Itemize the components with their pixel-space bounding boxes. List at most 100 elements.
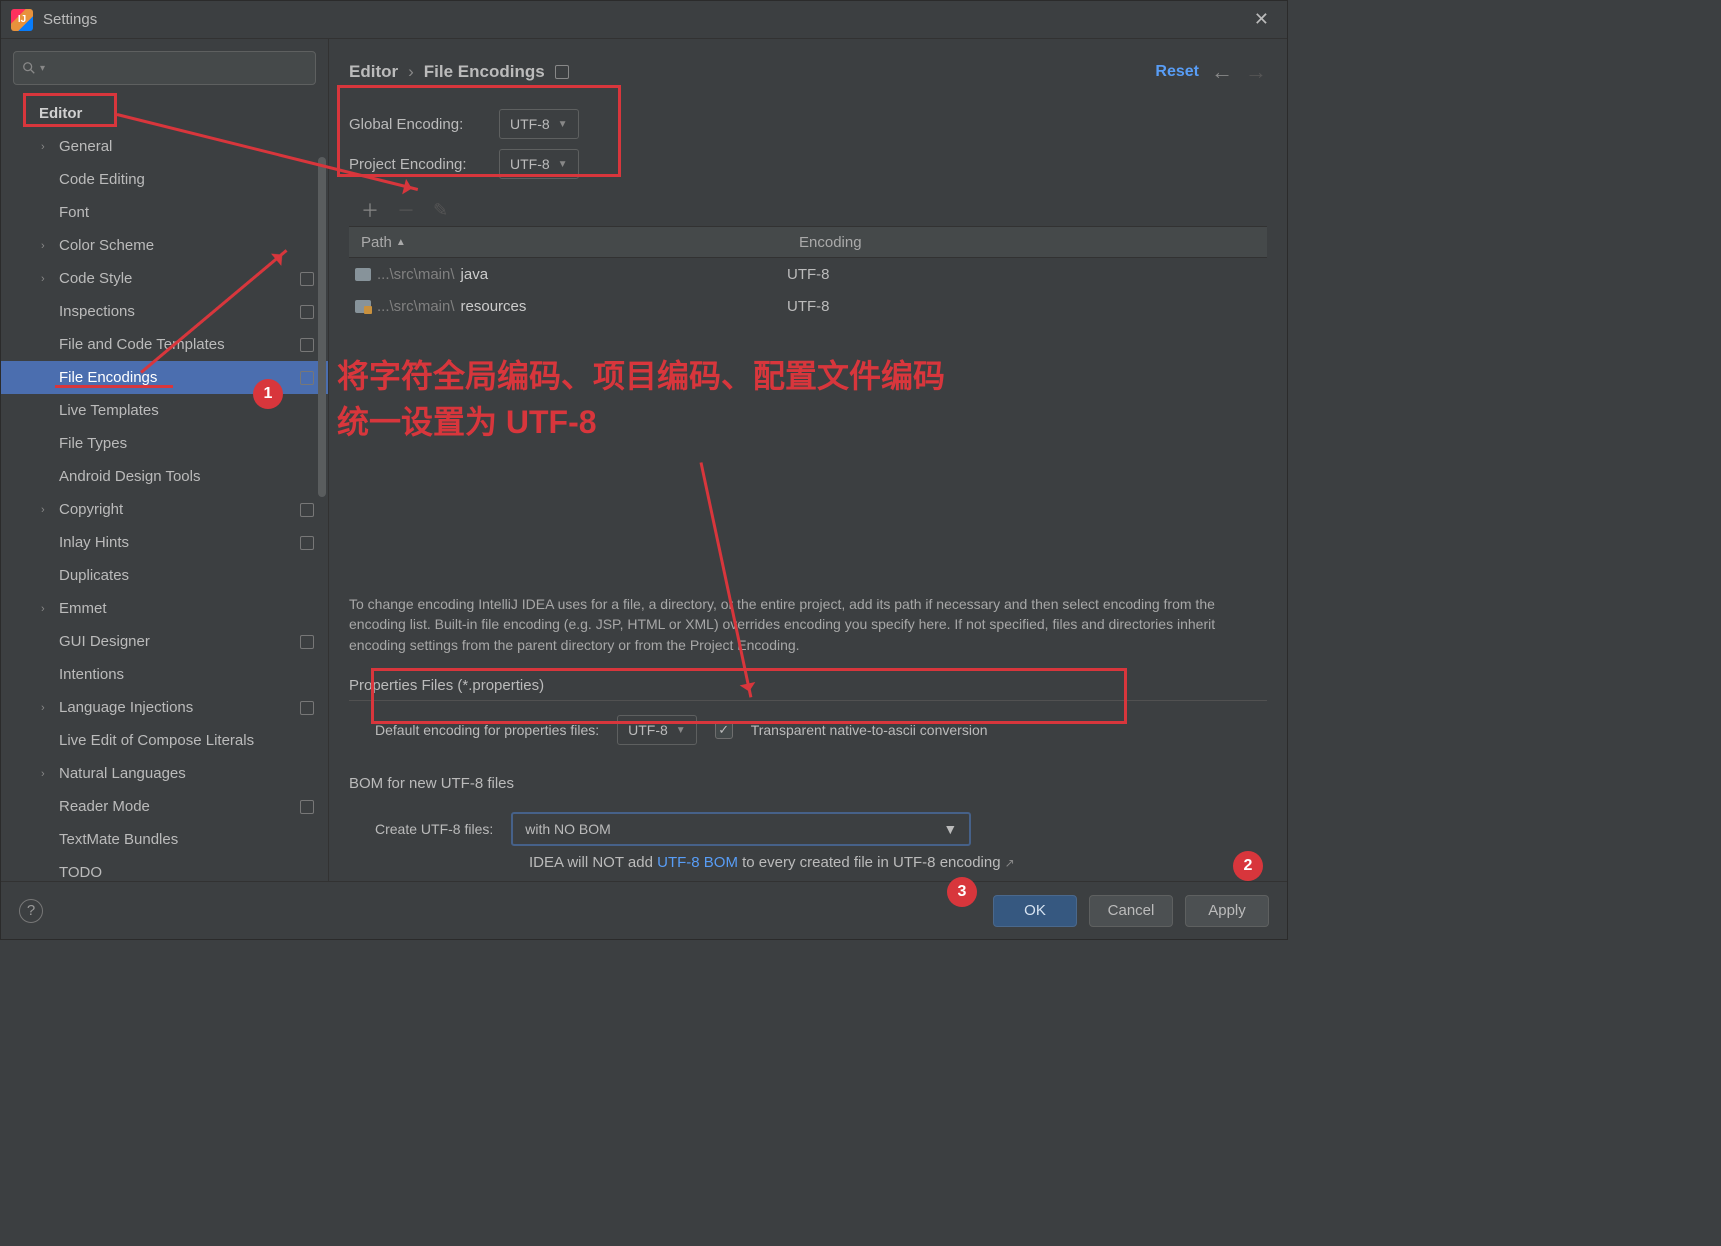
path-prefix: ...\src\main\ bbox=[377, 266, 455, 283]
sidebar-item-code-editing[interactable]: Code Editing bbox=[1, 163, 328, 196]
sidebar-item-gui-designer[interactable]: GUI Designer bbox=[1, 625, 328, 658]
sidebar-item-label: Android Design Tools bbox=[59, 468, 200, 485]
chevron-right-icon: › bbox=[41, 603, 45, 615]
breadcrumb: Editor › File Encodings bbox=[349, 62, 569, 82]
chevron-down-icon: ▼ bbox=[676, 725, 686, 736]
chevron-down-icon: ▼ bbox=[558, 119, 568, 130]
section-properties: Properties Files (*.properties) bbox=[349, 677, 1267, 701]
project-encoding-label: Project Encoding: bbox=[349, 156, 499, 173]
sidebar-item-reader-mode[interactable]: Reader Mode bbox=[1, 790, 328, 823]
sidebar-item-file-types[interactable]: File Types bbox=[1, 427, 328, 460]
scope-icon bbox=[300, 635, 314, 649]
table-row[interactable]: ...\src\main\ resources UTF-8 bbox=[349, 290, 1267, 322]
sidebar-item-live-edit-of-compose-literals[interactable]: Live Edit of Compose Literals bbox=[1, 724, 328, 757]
sidebar-item-label: Code Style bbox=[59, 270, 132, 287]
sidebar-item-inspections[interactable]: Inspections bbox=[1, 295, 328, 328]
scope-icon bbox=[300, 305, 314, 319]
sidebar-item-label: Intentions bbox=[59, 666, 124, 683]
sidebar-item-font[interactable]: Font bbox=[1, 196, 328, 229]
scope-icon bbox=[300, 701, 314, 715]
search-input[interactable]: ▾ bbox=[13, 51, 316, 85]
folder-icon bbox=[355, 300, 371, 313]
sidebar-item-intentions[interactable]: Intentions bbox=[1, 658, 328, 691]
remove-button: － bbox=[397, 197, 415, 223]
chevron-down-icon: ▼ bbox=[558, 159, 568, 170]
sidebar-item-label: Reader Mode bbox=[59, 798, 150, 815]
select-value: with NO BOM bbox=[525, 821, 611, 837]
close-icon[interactable]: ✕ bbox=[1246, 5, 1277, 34]
external-link-icon: ↗ bbox=[1005, 856, 1015, 870]
select-value: UTF-8 bbox=[510, 156, 550, 172]
sidebar-item-code-style[interactable]: ›Code Style bbox=[1, 262, 328, 295]
apply-button[interactable]: Apply bbox=[1185, 895, 1269, 927]
sidebar-item-label: File Types bbox=[59, 435, 127, 452]
sidebar-item-file-and-code-templates[interactable]: File and Code Templates bbox=[1, 328, 328, 361]
app-logo-icon: IJ bbox=[11, 9, 33, 31]
path-name: java bbox=[461, 266, 489, 283]
project-encoding-select[interactable]: UTF-8 ▼ bbox=[499, 149, 579, 179]
cancel-button[interactable]: Cancel bbox=[1089, 895, 1173, 927]
sidebar-item-label: Inspections bbox=[59, 303, 135, 320]
folder-icon bbox=[355, 268, 371, 281]
section-bom: BOM for new UTF-8 files bbox=[349, 775, 1267, 798]
nav-back-icon[interactable]: ← bbox=[1211, 59, 1233, 85]
sidebar-item-textmate-bundles[interactable]: TextMate Bundles bbox=[1, 823, 328, 856]
column-header-path[interactable]: Path▲ bbox=[349, 227, 787, 257]
add-button[interactable]: ＋ bbox=[361, 197, 379, 223]
scope-icon bbox=[300, 371, 314, 385]
chevron-right-icon: › bbox=[41, 141, 45, 153]
utf8-bom-link[interactable]: UTF-8 BOM bbox=[657, 854, 738, 871]
sidebar-item-natural-languages[interactable]: ›Natural Languages bbox=[1, 757, 328, 790]
sidebar-item-label: GUI Designer bbox=[59, 633, 150, 650]
scope-icon bbox=[300, 503, 314, 517]
search-icon bbox=[22, 61, 36, 75]
path-prefix: ...\src\main\ bbox=[377, 298, 455, 315]
sort-asc-icon: ▲ bbox=[396, 237, 406, 248]
help-text: To change encoding IntelliJ IDEA uses fo… bbox=[349, 594, 1267, 655]
chevron-right-icon: › bbox=[41, 702, 45, 714]
chevron-right-icon: › bbox=[41, 240, 45, 252]
sidebar-item-emmet[interactable]: › Emmet bbox=[1, 592, 328, 625]
scope-icon bbox=[555, 65, 569, 79]
sidebar-item-language-injections[interactable]: ›Language Injections bbox=[1, 691, 328, 724]
encoding-value: UTF-8 bbox=[787, 266, 1267, 283]
settings-tree[interactable]: Editor ›GeneralCode EditingFont›Color Sc… bbox=[1, 97, 328, 881]
transparent-ascii-checkbox[interactable]: ✓ bbox=[715, 721, 733, 739]
scope-icon bbox=[300, 536, 314, 550]
sidebar-item-live-templates[interactable]: Live Templates bbox=[1, 394, 328, 427]
bom-hint: IDEA will NOT add UTF-8 BOM to every cre… bbox=[349, 854, 1267, 871]
sidebar-item-android-design-tools[interactable]: Android Design Tools bbox=[1, 460, 328, 493]
sidebar-item-duplicates[interactable]: Duplicates bbox=[1, 559, 328, 592]
select-value: UTF-8 bbox=[628, 722, 668, 738]
create-utf8-select[interactable]: with NO BOM ▼ bbox=[511, 812, 971, 846]
breadcrumb-leaf: File Encodings bbox=[424, 62, 545, 82]
breadcrumb-root: Editor bbox=[349, 62, 398, 82]
sidebar-item-label: Inlay Hints bbox=[59, 534, 129, 551]
global-encoding-label: Global Encoding: bbox=[349, 116, 499, 133]
column-header-encoding[interactable]: Encoding bbox=[787, 227, 1267, 257]
global-encoding-select[interactable]: UTF-8 ▼ bbox=[499, 109, 579, 139]
sidebar-item-copyright[interactable]: ›Copyright bbox=[1, 493, 328, 526]
sidebar-item-label: TextMate Bundles bbox=[59, 831, 178, 848]
properties-encoding-label: Default encoding for properties files: bbox=[375, 722, 599, 738]
properties-encoding-select[interactable]: UTF-8 ▼ bbox=[617, 715, 697, 745]
encoding-value: UTF-8 bbox=[787, 298, 1267, 315]
sidebar-item-inlay-hints[interactable]: Inlay Hints bbox=[1, 526, 328, 559]
scrollbar-thumb[interactable] bbox=[318, 157, 326, 497]
sidebar-item-todo[interactable]: TODO bbox=[1, 856, 328, 881]
sidebar-item-file-encodings[interactable]: File Encodings bbox=[1, 361, 328, 394]
path-name: resources bbox=[461, 298, 527, 315]
sidebar-item-label: General bbox=[59, 138, 112, 155]
help-button[interactable]: ? bbox=[19, 899, 43, 923]
transparent-ascii-label: Transparent native-to-ascii conversion bbox=[751, 722, 988, 738]
sidebar-item-label: Code Editing bbox=[59, 171, 145, 188]
sidebar-item-label: Emmet bbox=[59, 600, 107, 617]
ok-button[interactable]: OK bbox=[993, 895, 1077, 927]
chevron-right-icon: › bbox=[41, 768, 45, 780]
reset-link[interactable]: Reset bbox=[1155, 63, 1199, 81]
sidebar-item-general[interactable]: › General bbox=[1, 130, 328, 163]
table-row[interactable]: ...\src\main\ java UTF-8 bbox=[349, 258, 1267, 290]
sidebar-item-label: Duplicates bbox=[59, 567, 129, 584]
sidebar-item-label: Color Scheme bbox=[59, 237, 154, 254]
chevron-down-icon: ▼ bbox=[943, 821, 957, 837]
